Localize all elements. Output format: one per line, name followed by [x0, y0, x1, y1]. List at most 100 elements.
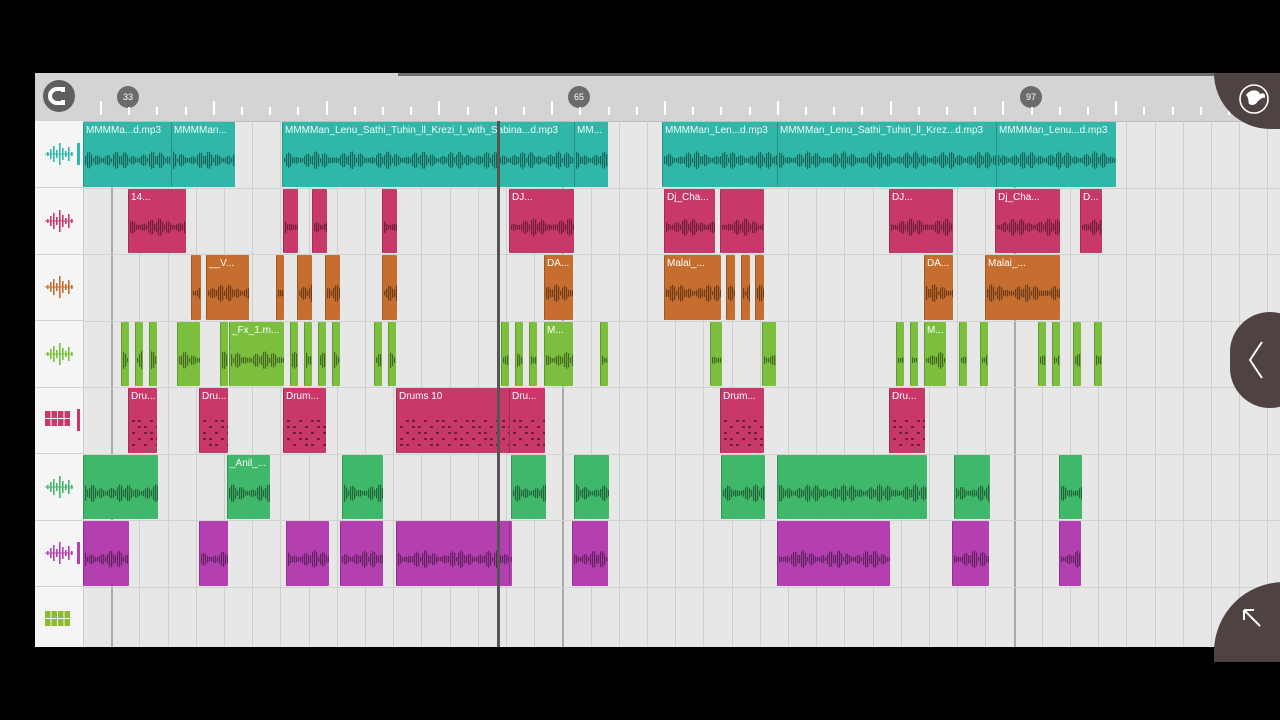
audio-clip[interactable]: Dru...	[889, 388, 925, 453]
audio-clip[interactable]	[286, 521, 329, 586]
audio-clip[interactable]	[304, 321, 312, 386]
audio-clip[interactable]	[980, 321, 988, 386]
audio-clip[interactable]	[149, 321, 157, 386]
track-header[interactable]	[35, 254, 83, 321]
audio-clip[interactable]: MMMMan_Lenu...d.mp3	[996, 122, 1116, 187]
audio-clip[interactable]	[720, 188, 764, 253]
track-header[interactable]	[35, 188, 83, 255]
audio-clip[interactable]	[509, 521, 512, 586]
audio-clip[interactable]: DJ...	[509, 188, 574, 253]
audio-clip[interactable]	[511, 454, 546, 519]
playhead[interactable]	[497, 121, 500, 647]
audio-clip[interactable]	[283, 188, 298, 253]
track-header[interactable]	[35, 387, 83, 454]
audio-clip[interactable]: Dru...	[128, 388, 157, 453]
audio-clip[interactable]: Malai_...	[664, 255, 721, 320]
bar-marker-65[interactable]: 65	[568, 86, 590, 108]
audio-clip[interactable]	[290, 321, 298, 386]
audio-clip[interactable]: Drum...	[283, 388, 326, 453]
audio-clip[interactable]	[910, 321, 918, 386]
arrangement-grid[interactable]: MMMMa...d.mp3 MMMMan... MMMMan_Lenu_Sathi_…	[83, 121, 1280, 647]
audio-clip[interactable]	[318, 321, 326, 386]
track-header[interactable]	[35, 587, 83, 648]
track-header[interactable]	[35, 321, 83, 388]
bar-marker-97[interactable]: 97	[1020, 86, 1042, 108]
grid-line	[1154, 121, 1156, 647]
snap-magnet-button[interactable]	[43, 80, 75, 112]
audio-clip[interactable]: DJ...	[889, 188, 953, 253]
audio-clip[interactable]: __V...	[206, 255, 249, 320]
audio-clip[interactable]	[325, 255, 340, 320]
audio-clip[interactable]	[1038, 321, 1046, 386]
audio-clip[interactable]	[388, 321, 396, 386]
audio-clip[interactable]	[177, 321, 200, 386]
audio-clip[interactable]	[959, 321, 967, 386]
ruler-tick	[889, 101, 892, 115]
audio-clip[interactable]	[777, 521, 890, 586]
audio-clip[interactable]	[710, 321, 722, 386]
audio-clip[interactable]	[374, 321, 382, 386]
bar-marker-33[interactable]: 33	[117, 86, 139, 108]
audio-clip[interactable]	[954, 454, 990, 519]
audio-clip[interactable]	[83, 454, 158, 519]
track-header[interactable]	[35, 454, 83, 521]
audio-clip[interactable]: D...	[1080, 188, 1102, 253]
track-header[interactable]	[35, 520, 83, 587]
audio-clip[interactable]	[1059, 521, 1081, 586]
audio-clip[interactable]	[191, 255, 201, 320]
audio-clip[interactable]: MM...	[574, 122, 608, 187]
audio-clip[interactable]: Malai_...	[985, 255, 1060, 320]
audio-clip[interactable]	[600, 321, 608, 386]
audio-clip[interactable]: _Fx_1.m...	[229, 321, 284, 386]
audio-clip[interactable]	[1073, 321, 1081, 386]
audio-clip[interactable]	[777, 454, 927, 519]
audio-clip[interactable]	[529, 321, 537, 386]
audio-clip[interactable]	[896, 321, 904, 386]
audio-clip[interactable]: DA...	[544, 255, 573, 320]
audio-clip[interactable]: 14...	[128, 188, 186, 253]
audio-clip[interactable]: Dru...	[509, 388, 545, 453]
audio-clip[interactable]	[121, 321, 129, 386]
audio-clip[interactable]	[574, 454, 609, 519]
audio-clip[interactable]	[83, 521, 129, 586]
audio-clip[interactable]: Dj_Cha...	[995, 188, 1060, 253]
audio-clip[interactable]	[220, 321, 228, 386]
audio-clip[interactable]	[721, 454, 765, 519]
audio-clip[interactable]	[396, 521, 510, 586]
timeline-ruler[interactable]: 33 65 97	[35, 73, 1280, 122]
audio-clip[interactable]: Dru...	[199, 388, 228, 453]
audio-clip[interactable]	[199, 521, 228, 586]
audio-clip[interactable]: _Anil_...	[227, 454, 270, 519]
audio-clip[interactable]: MMMMan_Lenu_Sathi_Tuhin_ll_Krezi_l_with_…	[282, 122, 608, 187]
audio-clip[interactable]	[297, 255, 312, 320]
audio-clip[interactable]	[382, 188, 397, 253]
audio-clip[interactable]	[1059, 454, 1082, 519]
audio-clip[interactable]: M...	[544, 321, 573, 386]
audio-clip[interactable]: Dj_Cha...	[664, 188, 715, 253]
audio-clip[interactable]	[1094, 321, 1102, 386]
audio-clip[interactable]	[135, 321, 143, 386]
audio-clip[interactable]: DA...	[924, 255, 953, 320]
track-header[interactable]	[35, 121, 83, 188]
audio-clip[interactable]	[741, 255, 750, 320]
audio-clip[interactable]	[276, 255, 284, 320]
audio-clip[interactable]	[501, 321, 509, 386]
audio-clip[interactable]	[340, 521, 383, 586]
audio-clip[interactable]: MMMMa...d.mp3	[83, 122, 172, 187]
audio-clip[interactable]	[726, 255, 735, 320]
audio-clip[interactable]: Drums 10	[396, 388, 510, 453]
audio-clip[interactable]	[1052, 321, 1060, 386]
track-row-divider	[83, 387, 1280, 388]
audio-clip[interactable]	[952, 521, 989, 586]
audio-clip[interactable]: MMMMan...	[171, 122, 235, 187]
audio-clip[interactable]: M...	[924, 321, 946, 386]
audio-clip[interactable]	[342, 454, 383, 519]
audio-clip[interactable]	[332, 321, 340, 386]
audio-clip[interactable]	[382, 255, 397, 320]
audio-clip[interactable]: Drum...	[720, 388, 764, 453]
audio-clip[interactable]	[312, 188, 327, 253]
audio-clip[interactable]	[515, 321, 523, 386]
audio-clip[interactable]	[572, 521, 608, 586]
audio-clip[interactable]	[755, 255, 764, 320]
audio-clip[interactable]	[762, 321, 776, 386]
